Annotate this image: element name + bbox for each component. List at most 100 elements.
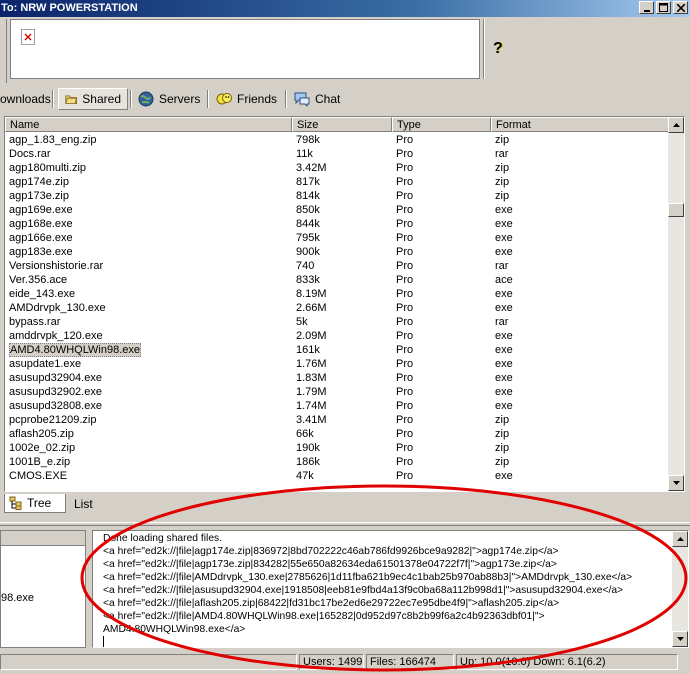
table-row[interactable]: agp166e.exe 795k Pro exe xyxy=(5,231,670,245)
cell-format: zip xyxy=(491,161,670,175)
table-row[interactable]: amddrvpk_120.exe 2.09M Pro exe xyxy=(5,329,670,343)
cell-text: asupdate1.exe xyxy=(9,358,82,370)
table-row[interactable]: CMOS.EXE 47k Pro exe xyxy=(5,469,670,483)
cell-text: Pro xyxy=(396,442,414,454)
cell-text: Ver.356.ace xyxy=(9,274,68,286)
maximize-button[interactable] xyxy=(656,1,671,14)
table-row[interactable]: agp173e.zip 814k Pro zip xyxy=(5,189,670,203)
cell-name: agp169e.exe xyxy=(5,203,292,217)
cell-text: exe xyxy=(495,344,513,356)
tab-downloads[interactable]: ownloads xyxy=(0,88,57,110)
table-row[interactable]: asusupd32904.exe 1.83M Pro exe xyxy=(5,371,670,385)
cell-format: zip xyxy=(491,413,670,427)
table-row[interactable]: agp168e.exe 844k Pro exe xyxy=(5,217,670,231)
log-console[interactable]: Done loading shared files. <a href="ed2k:… xyxy=(92,530,689,648)
scroll-up-button[interactable] xyxy=(672,531,688,547)
cell-size: 3.41M xyxy=(292,413,392,427)
title-bar: To: NRW POWERSTATION xyxy=(0,0,690,17)
table-row[interactable]: asusupd32808.exe 1.74M Pro exe xyxy=(5,399,670,413)
text-caret xyxy=(103,636,104,647)
table-row[interactable]: agp183e.exe 900k Pro exe xyxy=(5,245,670,259)
chat-icon xyxy=(294,92,310,107)
cell-text: Pro xyxy=(396,344,414,356)
cell-text: Pro xyxy=(396,400,414,412)
tab-chat[interactable]: Chat xyxy=(288,88,346,110)
tab-servers[interactable]: Servers xyxy=(132,88,206,110)
table-row[interactable]: eide_143.exe 8.19M Pro exe xyxy=(5,287,670,301)
tab-list[interactable]: List xyxy=(70,494,97,513)
table-row[interactable]: 1002e_02.zip 190k Pro zip xyxy=(5,441,670,455)
table-row[interactable]: AMDdrvpk_130.exe 2.66M Pro exe xyxy=(5,301,670,315)
cell-text: Pro xyxy=(396,470,414,482)
table-row[interactable]: bypass.rar 5k Pro rar xyxy=(5,315,670,329)
cell-text: rar xyxy=(495,260,509,272)
table-row[interactable]: agp169e.exe 850k Pro exe xyxy=(5,203,670,217)
maximize-icon xyxy=(659,3,668,12)
cell-size: 1.79M xyxy=(292,385,392,399)
scroll-down-button[interactable] xyxy=(668,475,684,491)
cell-name: agp_1.83_eng.zip xyxy=(5,133,292,147)
cell-text: Pro xyxy=(396,162,414,174)
tab-friends[interactable]: Friends xyxy=(210,88,283,110)
cell-text: Pro xyxy=(396,386,414,398)
tab-tree[interactable]: Tree xyxy=(4,494,66,513)
column-header-name[interactable]: Name xyxy=(5,117,292,132)
table-row[interactable]: agp174e.zip 817k Pro zip xyxy=(5,175,670,189)
globe-icon xyxy=(138,91,154,107)
scroll-down-button[interactable] xyxy=(672,631,688,647)
cell-size: 11k xyxy=(292,147,392,161)
status-files: Files: 166474 xyxy=(366,654,454,670)
scroll-up-button[interactable] xyxy=(668,117,684,133)
cell-text: Pro xyxy=(396,330,414,342)
cell-name: asusupd32808.exe xyxy=(5,399,292,413)
table-row[interactable]: Versionshistorie.rar 740 Pro rar xyxy=(5,259,670,273)
cell-size: 161k xyxy=(292,343,392,357)
cell-text: AMDdrvpk_130.exe xyxy=(9,302,106,314)
column-header-format[interactable]: Format xyxy=(491,117,670,132)
scroll-thumb[interactable] xyxy=(668,203,684,217)
help-icon[interactable]: ? xyxy=(493,40,503,58)
cell-text: Pro xyxy=(396,134,414,146)
column-header-size[interactable]: Size xyxy=(292,117,392,132)
shared-files-list[interactable]: Name Size Type Format agp_1.83_eng.zip 79… xyxy=(4,116,685,492)
cell-text: exe xyxy=(495,400,513,412)
cell-text: zip xyxy=(495,442,510,454)
cell-format: exe xyxy=(491,217,670,231)
cell-text: CMOS.EXE xyxy=(9,470,68,482)
table-row[interactable]: asusupd32902.exe 1.79M Pro exe xyxy=(5,385,670,399)
vertical-scrollbar[interactable] xyxy=(668,117,684,491)
table-row[interactable]: pcprobe21209.zip 3.41M Pro zip xyxy=(5,413,670,427)
pane-splitter[interactable] xyxy=(0,522,690,526)
cell-type: Pro xyxy=(392,371,491,385)
cell-text: 1.74M xyxy=(296,400,327,412)
cell-text: bypass.rar xyxy=(9,316,61,328)
table-row[interactable]: 1001B_e.zip 186k Pro zip xyxy=(5,455,670,469)
table-row[interactable]: agp_1.83_eng.zip 798k Pro zip xyxy=(5,133,670,147)
cell-name: eide_143.exe xyxy=(5,287,292,301)
cell-text: agp168e.exe xyxy=(9,218,73,230)
cell-type: Pro xyxy=(392,469,491,483)
close-icon xyxy=(676,3,685,12)
cell-name: agp174e.zip xyxy=(5,175,292,189)
table-row[interactable]: asupdate1.exe 1.76M Pro exe xyxy=(5,357,670,371)
cell-text: exe xyxy=(495,386,513,398)
tab-shared[interactable]: Shared xyxy=(58,88,128,110)
column-header-type[interactable]: Type xyxy=(392,117,491,132)
cell-format: zip xyxy=(491,133,670,147)
table-row[interactable]: aflash205.zip 66k Pro zip xyxy=(5,427,670,441)
cell-name: bypass.rar xyxy=(5,315,292,329)
table-row[interactable]: Docs.rar 11k Pro rar xyxy=(5,147,670,161)
minimize-button[interactable] xyxy=(639,1,654,14)
table-row[interactable]: AMD4.80WHQLWin98.exe 161k Pro exe xyxy=(5,343,670,357)
cell-size: 2.66M xyxy=(292,301,392,315)
cell-format: exe xyxy=(491,231,670,245)
cell-text: exe xyxy=(495,232,513,244)
cell-type: Pro xyxy=(392,329,491,343)
minimize-icon xyxy=(643,9,650,12)
table-row[interactable]: Ver.356.ace 833k Pro ace xyxy=(5,273,670,287)
table-row[interactable]: agp180multi.zip 3.42M Pro zip xyxy=(5,161,670,175)
cell-text: 1.79M xyxy=(296,386,327,398)
close-button[interactable] xyxy=(673,1,688,14)
console-scrollbar[interactable] xyxy=(672,531,688,647)
tab-divider xyxy=(285,90,287,108)
